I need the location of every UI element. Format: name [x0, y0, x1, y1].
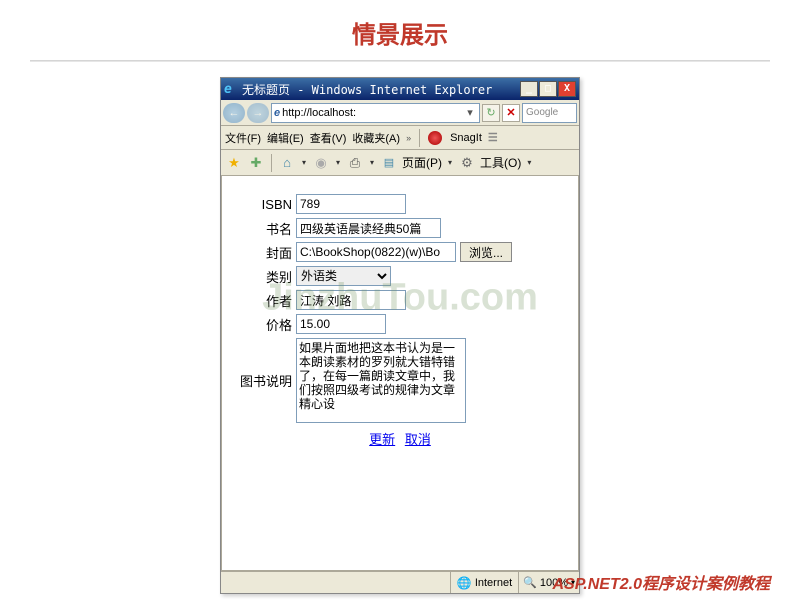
- divider: [30, 60, 770, 62]
- ie-favicon-icon: e: [274, 107, 280, 119]
- toolbar: ★ ✚ ⌂ ▾ ◉ ▾ ⎙ ▾ ▤ 页面(P) ▾ ⚙ 工具(O) ▾: [221, 150, 579, 176]
- browse-button[interactable]: 浏览...: [460, 242, 512, 262]
- close-button[interactable]: X: [558, 81, 576, 97]
- zoom-icon: 🔍: [523, 576, 537, 589]
- category-label: 类别: [234, 267, 292, 286]
- dropdown-icon[interactable]: ▾: [300, 158, 308, 167]
- search-box[interactable]: Google: [522, 103, 577, 123]
- isbn-label: ISBN: [234, 197, 292, 212]
- cover-label: 封面: [234, 243, 292, 262]
- author-label: 作者: [234, 291, 292, 310]
- address-dropdown-icon[interactable]: ▾: [463, 106, 477, 119]
- dropdown-icon[interactable]: ▾: [334, 158, 342, 167]
- menu-edit[interactable]: 编辑(E): [267, 130, 304, 146]
- title-label: 书名: [234, 219, 292, 238]
- address-text: http://localhost:: [282, 107, 463, 119]
- menu-file[interactable]: 文件(F): [225, 130, 261, 146]
- nav-bar: ← → e http://localhost: ▾ ↻ ✕ Google: [221, 100, 579, 126]
- menu-view[interactable]: 查看(V): [310, 130, 347, 146]
- globe-icon: 🌐: [457, 576, 472, 590]
- tools-icon[interactable]: ⚙: [458, 154, 476, 172]
- category-select[interactable]: 外语类: [296, 266, 391, 286]
- page-title: 情景展示: [0, 0, 800, 60]
- title-input[interactable]: [296, 218, 441, 238]
- zone-text: Internet: [475, 577, 512, 589]
- separator: [419, 129, 420, 147]
- ie-icon: e: [224, 82, 238, 96]
- update-link[interactable]: 更新: [369, 432, 395, 447]
- footer-text: ASP.NET2.0程序设计案例教程: [552, 570, 770, 594]
- author-input[interactable]: [296, 290, 406, 310]
- maximize-button[interactable]: □: [539, 81, 557, 97]
- address-bar[interactable]: e http://localhost: ▾: [271, 103, 480, 123]
- feeds-icon[interactable]: ◉: [312, 154, 330, 172]
- back-button[interactable]: ←: [223, 103, 245, 123]
- cancel-link[interactable]: 取消: [405, 432, 431, 447]
- browser-window: e 无标题页 - Windows Internet Explorer _ □ X…: [220, 77, 580, 594]
- title-bar: e 无标题页 - Windows Internet Explorer _ □ X: [221, 78, 579, 100]
- title-bar-text: 无标题页 - Windows Internet Explorer: [242, 81, 520, 98]
- tools-menu[interactable]: 工具(O): [480, 154, 521, 171]
- desc-textarea[interactable]: 如果片面地把这本书认为是一本朗读素材的罗列就大错特错了，在每一篇朗读文章中，我们…: [296, 338, 466, 423]
- status-bar: 🌐 Internet 🔍 100% ▾: [221, 571, 579, 593]
- desc-label: 图书说明: [234, 371, 292, 390]
- print-icon[interactable]: ⎙: [346, 154, 364, 172]
- stop-button[interactable]: ✕: [502, 104, 520, 122]
- forward-button[interactable]: →: [247, 103, 269, 123]
- refresh-button[interactable]: ↻: [482, 104, 500, 122]
- dropdown-icon[interactable]: ▾: [525, 158, 533, 167]
- status-zone: 🌐 Internet: [450, 572, 518, 593]
- add-favorite-icon[interactable]: ✚: [247, 154, 265, 172]
- menu-snagit[interactable]: SnagIt: [450, 132, 482, 144]
- page-content: ISBN 书名 封面 浏览... 类别 外语类 作者 价格 图书说明: [221, 176, 579, 571]
- action-links: 更新 取消: [234, 429, 566, 448]
- price-input[interactable]: [296, 314, 386, 334]
- minimize-button[interactable]: _: [520, 81, 538, 97]
- menu-bar: 文件(F) 编辑(E) 查看(V) 收藏夹(A) » SnagIt ☰: [221, 126, 579, 150]
- isbn-input[interactable]: [296, 194, 406, 214]
- price-label: 价格: [234, 315, 292, 334]
- dropdown-icon[interactable]: ▾: [446, 158, 454, 167]
- menu-favorites[interactable]: 收藏夹(A): [352, 130, 400, 146]
- page-icon[interactable]: ▤: [380, 154, 398, 172]
- page-menu[interactable]: 页面(P): [402, 154, 442, 171]
- cover-input[interactable]: [296, 242, 456, 262]
- favorites-star-icon[interactable]: ★: [225, 154, 243, 172]
- snagit-icon: [428, 131, 442, 145]
- home-icon[interactable]: ⌂: [278, 154, 296, 172]
- dropdown-icon[interactable]: ▾: [368, 158, 376, 167]
